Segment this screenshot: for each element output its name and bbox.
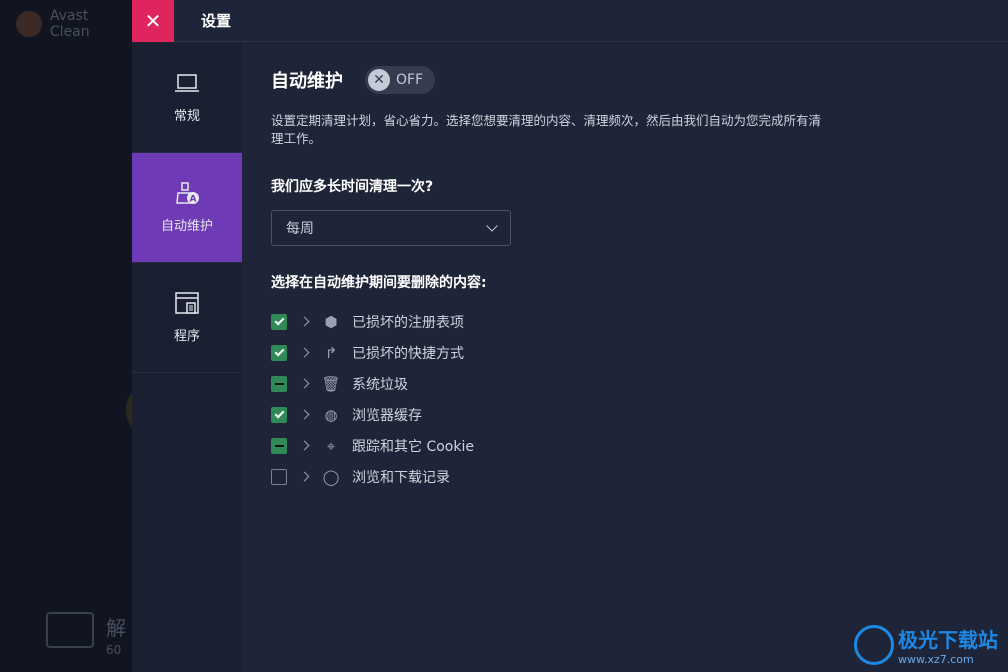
sidebar-item-label: 程序 xyxy=(173,329,200,344)
item-checkbox[interactable] xyxy=(271,313,287,330)
frequency-value: 每周 xyxy=(286,221,314,237)
item-label: 已损坏的快捷方式 xyxy=(352,345,464,362)
section-title: 自动维护 xyxy=(271,71,343,92)
items-title: 选择在自动维护期间要删除的内容: xyxy=(271,275,487,291)
auto-maintenance-content: 自动维护 ✕ OFF 设置定期清理计划，省心省力。选择您想要清理的内容、清理频次… xyxy=(271,66,971,492)
laptop-clean-icon xyxy=(46,612,94,648)
item-checkbox[interactable] xyxy=(271,344,287,361)
chevron-down-icon xyxy=(486,220,498,232)
globe-icon: ◍ xyxy=(324,405,338,424)
background-bottom-sub: 60 xyxy=(106,643,122,657)
toggle-off-icon: ✕ xyxy=(368,69,390,91)
programs-icon xyxy=(175,292,199,314)
background-app: Avast Clean xyxy=(0,0,132,672)
item-checkbox[interactable] xyxy=(271,437,287,454)
list-item: ⬢ 已损坏的注册表项 xyxy=(271,306,971,337)
background-bottom-item: 解 60 xyxy=(46,612,126,657)
item-checkbox[interactable] xyxy=(271,406,287,423)
sidebar-item-auto-maintenance[interactable]: A 自动维护 xyxy=(132,153,242,263)
check-icon xyxy=(274,408,284,419)
chevron-right-icon[interactable] xyxy=(299,378,310,389)
chevron-right-icon[interactable] xyxy=(299,409,310,420)
partial-check-icon xyxy=(274,444,284,447)
chevron-right-icon[interactable] xyxy=(299,316,310,327)
shortcut-icon: ↱ xyxy=(324,343,338,362)
watermark-logo-icon xyxy=(854,625,894,665)
item-label: 浏览器缓存 xyxy=(352,407,422,424)
cleanup-items-list: ⬢ 已损坏的注册表项 ↱ 已损坏的快捷方式 🗑 系统垃圾 ◍ 浏览器缓存 ⌖ 跟… xyxy=(271,306,971,492)
list-item: ⌖ 跟踪和其它 Cookie xyxy=(271,430,971,461)
settings-title: 设置 xyxy=(201,12,232,30)
settings-sidebar: 常规 A 自动维护 程序 xyxy=(132,43,242,672)
check-icon xyxy=(274,346,284,357)
frequency-question: 我们应多长时间清理一次? xyxy=(271,179,434,195)
sidebar-item-label: 常规 xyxy=(173,109,200,124)
list-item: 🗑 系统垃圾 xyxy=(271,368,971,399)
item-checkbox[interactable] xyxy=(271,468,287,485)
chat-icon: ◯ xyxy=(322,467,340,486)
laptop-icon xyxy=(175,74,199,92)
frequency-select[interactable]: 每周 xyxy=(271,210,511,246)
trash-icon: 🗑 xyxy=(321,374,341,393)
item-label: 跟踪和其它 Cookie xyxy=(352,438,474,455)
sidebar-item-programs[interactable]: 程序 xyxy=(132,263,242,373)
sidebar-item-general[interactable]: 常规 xyxy=(132,43,242,153)
registry-icon: ⬢ xyxy=(324,312,338,331)
item-label: 浏览和下载记录 xyxy=(352,469,450,486)
auto-maintenance-toggle[interactable]: ✕ OFF xyxy=(365,66,435,94)
background-bottom-title: 解 xyxy=(106,616,126,640)
check-icon xyxy=(274,315,284,326)
item-label: 已损坏的注册表项 xyxy=(352,314,464,331)
watermark-title: 极光下载站 xyxy=(898,628,998,652)
chevron-right-icon[interactable] xyxy=(299,440,310,451)
close-icon: ✕ xyxy=(144,8,162,33)
background-app-name: Avast Clean xyxy=(49,8,90,40)
partial-check-icon xyxy=(274,382,284,385)
watermark-url: www.xz7.com xyxy=(898,653,974,666)
svg-text:A: A xyxy=(190,195,197,205)
sidebar-item-label: 自动维护 xyxy=(160,219,213,234)
chevron-right-icon[interactable] xyxy=(299,471,310,482)
close-button[interactable]: ✕ xyxy=(132,0,174,42)
watermark: 极光下载站 www.xz7.com xyxy=(854,624,998,666)
section-description: 设置定期清理计划，省心省力。选择您想要清理的内容、清理频次，然后由我们自动为您完… xyxy=(271,113,822,146)
chevron-right-icon[interactable] xyxy=(299,347,310,358)
settings-panel: ✕ 设置 常规 A 自动维护 程序 自动维护 ✕ OFF 设置定期清理计划，省心… xyxy=(132,0,1008,672)
list-item: ↱ 已损坏的快捷方式 xyxy=(271,337,971,368)
section-header: 自动维护 ✕ OFF xyxy=(271,66,971,94)
auto-maintenance-icon: A xyxy=(176,182,199,205)
list-item: ◍ 浏览器缓存 xyxy=(271,399,971,430)
item-checkbox[interactable] xyxy=(271,375,287,392)
background-header: Avast Clean xyxy=(16,8,132,40)
item-label: 系统垃圾 xyxy=(352,376,408,393)
list-item: ◯ 浏览和下载记录 xyxy=(271,461,971,492)
settings-titlebar: ✕ 设置 xyxy=(132,0,1008,42)
toggle-label: OFF xyxy=(396,72,424,88)
crosshair-icon: ⌖ xyxy=(326,436,336,455)
app-logo-icon xyxy=(16,11,42,37)
